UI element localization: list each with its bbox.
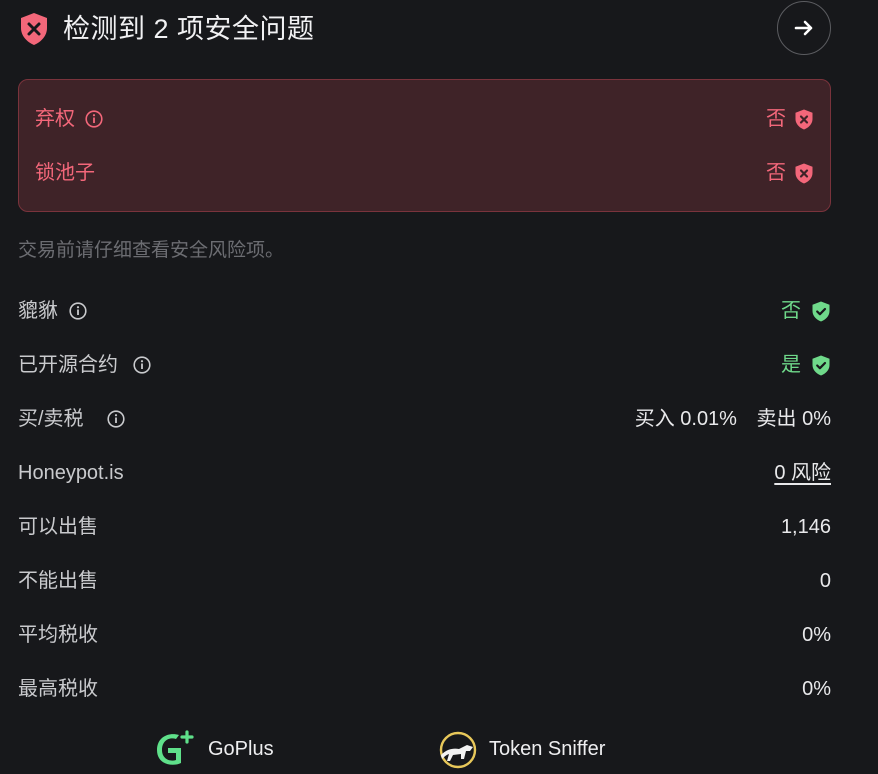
info-icon[interactable] [69, 302, 87, 320]
check-value: 1,146 [780, 516, 831, 538]
provider-name: Token Sniffer [489, 737, 606, 760]
risk-hint-text: 交易前请仔细查看安全风险项。 [18, 240, 285, 261]
shield-check-icon [812, 355, 830, 376]
check-row-max-tax: 最高税收 0% [18, 673, 831, 705]
check-label: 已开源合约 [18, 354, 118, 376]
check-value: 0 [819, 570, 831, 592]
alert-value: 否 [766, 108, 786, 130]
provider-name: GoPlus [208, 737, 274, 760]
details-arrow-button[interactable] [777, 1, 831, 55]
risk-alert-box: 弃权 否 锁池子 否 [18, 79, 831, 212]
alert-row-renounced: 弃权 否 [35, 104, 814, 134]
alert-label: 锁池子 [35, 162, 95, 184]
check-label: 不能出售 [18, 570, 98, 592]
check-row-pixiu: 貔貅 否 [18, 295, 831, 327]
honeypot-risk-link[interactable]: 0 风险 [774, 457, 831, 489]
check-label: 最高税收 [18, 678, 98, 700]
shield-check-icon [812, 301, 830, 322]
info-icon[interactable] [107, 410, 125, 428]
check-row-can-sell: 可以出售 1,146 [18, 511, 831, 543]
shield-x-icon [21, 13, 47, 45]
shield-x-icon [795, 109, 813, 130]
info-icon[interactable] [133, 356, 151, 374]
check-row-avg-tax: 平均税收 0% [18, 619, 831, 651]
check-label: 平均税收 [18, 624, 98, 646]
check-label: 买/卖税 [18, 408, 84, 430]
check-row-open-source: 已开源合约 是 [18, 349, 831, 381]
providers-footer: GoPlus Token Sniffer [0, 725, 878, 773]
check-row-cannot-sell: 不能出售 0 [18, 565, 831, 597]
alert-row-lock-pool: 锁池子 否 [35, 158, 814, 188]
shield-x-icon [795, 163, 813, 184]
check-value: 0% [802, 678, 831, 700]
tax-values: 买入 0.01% 卖出 0% [635, 403, 831, 435]
buy-tax: 买入 0.01% [634, 408, 737, 430]
info-icon[interactable] [85, 110, 103, 128]
check-value: 是 [781, 354, 801, 376]
check-value: 0% [802, 624, 831, 646]
goplus-logo-icon [157, 730, 194, 765]
page-title: 检测到 2 项安全问题 [63, 14, 315, 44]
check-label: Honeypot.is [18, 462, 124, 484]
security-header: 检测到 2 项安全问题 [18, 0, 831, 58]
alert-label: 弃权 [35, 108, 75, 130]
token-sniffer-logo-icon [439, 731, 477, 769]
check-value: 否 [781, 300, 801, 322]
check-label: 可以出售 [18, 516, 98, 538]
provider-goplus[interactable]: GoPlus [154, 725, 274, 773]
check-label: 貔貅 [18, 300, 58, 322]
alert-value: 否 [766, 162, 786, 184]
sell-tax: 卖出 0% [756, 408, 831, 430]
check-row-honeypot: Honeypot.is 0 风险 [18, 457, 831, 489]
arrow-right-icon [794, 20, 813, 36]
check-row-tax: 买/卖税 买入 0.01% 卖出 0% [18, 403, 831, 435]
provider-token-sniffer[interactable]: Token Sniffer [437, 725, 605, 773]
